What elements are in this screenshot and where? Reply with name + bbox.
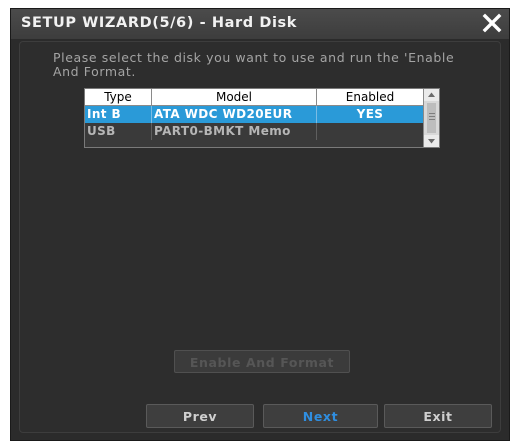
scroll-grip-line <box>429 113 435 114</box>
scroll-grip-line <box>429 116 435 117</box>
column-header-model: Model <box>152 89 317 105</box>
column-header-type: Type <box>85 89 152 105</box>
cell-model: PART0-BMKT Memo <box>152 123 317 140</box>
cell-model: ATA WDC WD20EUR <box>152 106 317 123</box>
setup-wizard-dialog: SETUP WIZARD(5/6) - Hard Disk Please sel… <box>10 8 510 441</box>
cell-type: Int B <box>85 106 152 123</box>
close-icon[interactable] <box>481 11 503 35</box>
scroll-thumb[interactable] <box>427 103 436 133</box>
column-header-enabled: Enabled <box>345 90 395 104</box>
scroll-up-arrow-icon[interactable] <box>424 89 439 101</box>
table-header: Type Model Enabled <box>85 89 423 106</box>
prev-button[interactable]: Prev <box>146 404 254 428</box>
cell-type: USB <box>85 123 152 140</box>
disk-table: Type Model Enabled Int B ATA WDC WD20EUR… <box>84 88 440 148</box>
table-row-selected[interactable]: Int B ATA WDC WD20EUR YES <box>85 106 423 123</box>
cell-enabled <box>317 123 423 140</box>
title-bar: SETUP WIZARD(5/6) - Hard Disk <box>11 9 509 39</box>
table-scrollbar[interactable] <box>423 89 439 147</box>
enable-and-format-button[interactable]: Enable And Format <box>174 350 350 373</box>
instruction-text: Please select the disk you want to use a… <box>53 50 455 79</box>
cell-enabled: YES <box>356 107 384 121</box>
dialog-title: SETUP WIZARD(5/6) - Hard Disk <box>21 15 298 31</box>
scroll-grip-line <box>429 119 435 120</box>
next-button[interactable]: Next <box>263 404 378 428</box>
scroll-down-arrow-icon[interactable] <box>424 135 439 147</box>
table-row[interactable]: USB PART0-BMKT Memo <box>85 123 423 140</box>
exit-button[interactable]: Exit <box>384 404 492 428</box>
